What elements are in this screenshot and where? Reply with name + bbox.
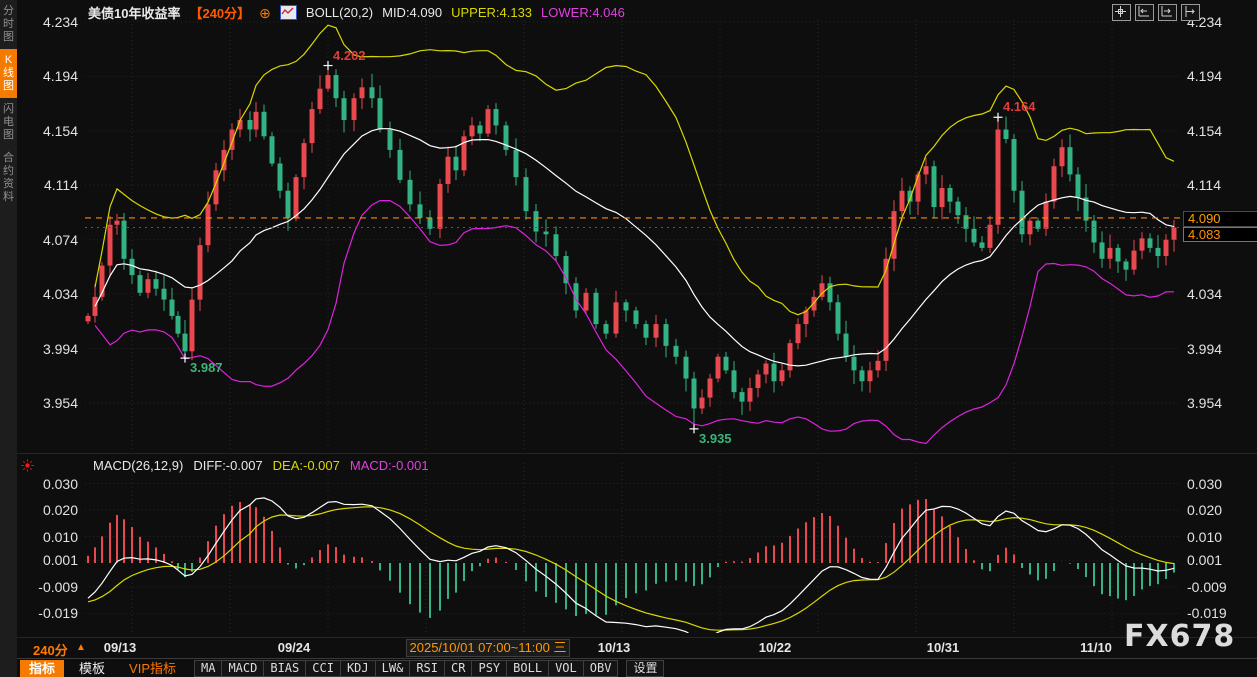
y-axis-label: 4.154	[1187, 123, 1235, 139]
period-arrow-icon[interactable]: ▲	[76, 642, 86, 653]
sidebar-item-minute-chart[interactable]: 分时图	[0, 0, 17, 49]
tab-kdj[interactable]: KDJ	[340, 660, 376, 677]
y-axis-label: 4.034	[30, 286, 78, 302]
ref-price-badge: 4.090	[1183, 211, 1257, 227]
tab-rsi[interactable]: RSI	[409, 660, 445, 677]
price-annotation: 3.935	[699, 431, 732, 446]
macd-diff-value: DIFF:-0.007	[193, 458, 262, 473]
left-sidebar: 分时图K线图闪电图合约资料	[0, 0, 17, 677]
macd-axis-label: 0.030	[1187, 476, 1237, 492]
y-axis-label: 4.194	[1187, 68, 1235, 84]
tab-ma[interactable]: MA	[194, 660, 222, 677]
sidebar-item-contract-info[interactable]: 合约资料	[0, 147, 17, 209]
sidebar-item-kline-chart[interactable]: K线图	[0, 49, 17, 98]
macd-axis-label: 0.001	[28, 552, 78, 568]
tab-macd[interactable]: MACD	[221, 660, 264, 677]
macd-axis-label: 0.001	[1187, 552, 1237, 568]
macd-axis-label: -0.019	[28, 605, 78, 621]
time-axis: 240分 ▲ 2025/10/01 07:00~11:00 三 09/13 09/…	[0, 639, 1257, 657]
y-axis-label: 4.194	[30, 68, 78, 84]
boll-lower-value: LOWER:4.046	[541, 5, 625, 20]
macd-macd-value: MACD:-0.001	[350, 458, 429, 473]
macd-params-label: MACD(26,12,9)	[93, 458, 183, 473]
x-axis-label: 11/10	[1080, 640, 1112, 655]
tab-vol[interactable]: VOL	[548, 660, 584, 677]
watermark: FX678	[1124, 619, 1235, 654]
y-axis-label: 4.034	[1187, 286, 1235, 302]
instrument-title: 美债10年收益率	[88, 3, 180, 22]
x-axis-label: 10/31	[927, 640, 960, 655]
tab-bias[interactable]: BIAS	[263, 660, 306, 677]
y-axis-label: 4.234	[30, 14, 78, 30]
boll-mid-value: MID:4.090	[382, 5, 442, 20]
macd-indicator-chart[interactable]	[0, 455, 1257, 639]
x-axis-label: 10/13	[598, 640, 631, 655]
tab-obv[interactable]: OBV	[583, 660, 619, 677]
sidebar-item-flash-chart[interactable]: 闪电图	[0, 98, 17, 147]
y-axis-label: 3.994	[30, 341, 78, 357]
x-axis-label: 09/24	[278, 640, 311, 655]
axis-divider	[17, 637, 1257, 638]
price-annotation: 4.164	[1003, 99, 1036, 114]
macd-axis-label: 0.030	[28, 476, 78, 492]
price-annotation: 3.987	[190, 360, 223, 375]
y-axis-label: 4.114	[30, 177, 78, 193]
macd-header: MACD(26,12,9) DIFF:-0.007 DEA:-0.007 MAC…	[93, 458, 429, 473]
y-axis-label: 3.954	[30, 395, 78, 411]
period-selector[interactable]: 240分	[33, 640, 68, 659]
hovered-bar-time-label: 2025/10/01 07:00~11:00 三	[406, 639, 570, 657]
candlestick-series	[86, 25, 1177, 443]
mini-chart-icon[interactable]	[280, 5, 297, 20]
pane-divider	[17, 453, 1257, 454]
x-axis-label: 10/22	[759, 640, 792, 655]
tab-lw[interactable]: LW&	[375, 660, 411, 677]
tab-cr[interactable]: CR	[444, 660, 472, 677]
pan-right-icon[interactable]	[1181, 4, 1200, 21]
macd-axis-label: 0.010	[1187, 529, 1237, 545]
indicator-tabs: MAMACDBIASCCIKDJLW&RSICRPSYBOLLVOLOBV 设置	[195, 660, 664, 677]
alert-starburst-icon	[21, 459, 34, 472]
macd-axis-label: 0.010	[28, 529, 78, 545]
settings-button[interactable]: 设置	[626, 660, 664, 677]
tab-cci[interactable]: CCI	[305, 660, 341, 677]
boll-upper-value: UPPER:4.133	[451, 5, 532, 20]
macd-dea-value: DEA:-0.007	[273, 458, 340, 473]
y-axis-label: 4.074	[30, 232, 78, 248]
y-axis-label: 3.994	[1187, 341, 1235, 357]
macd-axis-label: -0.009	[1187, 579, 1237, 595]
templates-button[interactable]: 模板	[70, 660, 114, 677]
chart-application: 分时图K线图闪电图合约资料 美债10年收益率 【240分】 ⊕ BOLL(20,…	[0, 0, 1257, 677]
tab-boll[interactable]: BOLL	[506, 660, 549, 677]
macd-histogram	[88, 498, 1174, 639]
x-axis-label: 09/13	[104, 640, 137, 655]
chart-tools	[1112, 4, 1200, 21]
main-candlestick-chart[interactable]	[0, 0, 1257, 455]
price-annotation: 4.202	[333, 48, 366, 63]
period-label[interactable]: 【240分】	[189, 3, 250, 22]
link-circle-plus-icon[interactable]: ⊕	[259, 6, 271, 20]
y-axis-label: 4.114	[1187, 177, 1235, 193]
last-price-badge: 4.083	[1183, 227, 1257, 242]
crosshair-icon[interactable]	[1112, 4, 1131, 21]
indicators-button[interactable]: 指标	[20, 660, 64, 677]
macd-axis-label: 0.020	[28, 502, 78, 518]
boll-params-label: BOLL(20,2)	[306, 5, 373, 20]
vip-indicators-button[interactable]: VIP指标	[120, 660, 185, 677]
y-axis-label: 4.154	[30, 123, 78, 139]
macd-axis-label: 0.020	[1187, 502, 1237, 518]
tab-psy[interactable]: PSY	[471, 660, 507, 677]
scale-left-icon[interactable]	[1135, 4, 1154, 21]
indicator-toolbar: 指标模板 VIP指标 MAMACDBIASCCIKDJLW&RSICRPSYBOLL…	[17, 658, 1257, 677]
scale-right-icon[interactable]	[1158, 4, 1177, 21]
macd-axis-label: -0.009	[28, 579, 78, 595]
y-axis-label: 3.954	[1187, 395, 1235, 411]
chart-header: 美债10年收益率 【240分】 ⊕ BOLL(20,2) MID:4.090 U…	[88, 3, 625, 22]
